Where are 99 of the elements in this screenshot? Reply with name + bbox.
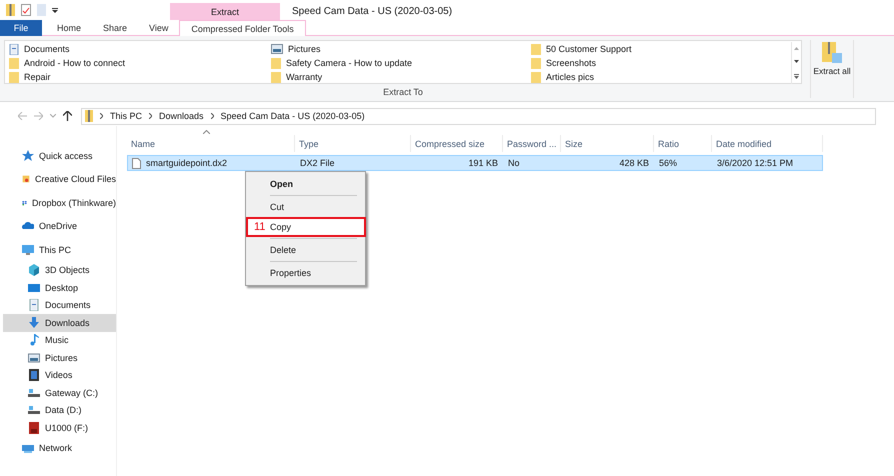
star-icon <box>22 150 34 162</box>
ribbon-tab[interactable]: View <box>138 20 180 36</box>
menu-item[interactable]: Open <box>248 174 363 194</box>
ribbon-tab[interactable]: Compressed Folder Tools <box>179 20 306 37</box>
destination-item[interactable]: 50 Customer Support <box>546 44 632 54</box>
scroll-down-icon[interactable] <box>794 60 799 64</box>
table-cell: 191 KB <box>468 158 498 168</box>
sidebar-item[interactable]: OneDrive <box>3 214 116 238</box>
file-row[interactable]: smartguidepoint.dx2 DX2 File 191 KB No 428 KB 56% 3/6/2020 12:51 PM <box>127 155 823 171</box>
menu-item[interactable]: 11 Copy <box>246 217 366 237</box>
sidebar-item[interactable]: Dropbox (Thinkware) <box>3 191 116 214</box>
film-icon <box>28 369 40 382</box>
zip-folder-icon <box>85 110 93 122</box>
folder-icon <box>531 72 541 82</box>
chevron-right-icon <box>100 113 103 119</box>
sidebar-item[interactable]: Documents <box>3 296 116 314</box>
zip-folder-icon <box>822 42 842 64</box>
window-title: Speed Cam Data - US (2020-03-05) <box>291 5 452 19</box>
column-header[interactable]: Size <box>561 135 654 152</box>
folder-icon <box>531 58 541 68</box>
destination-item[interactable]: Android - How to connect <box>24 58 126 68</box>
sidebar-item[interactable]: This PC <box>3 238 116 262</box>
sidebar-item[interactable]: Creative Cloud Files <box>3 168 116 191</box>
column-header[interactable]: Date modified <box>712 135 823 152</box>
sidebar-item[interactable]: Music <box>3 332 116 349</box>
chevron-right-icon <box>149 113 152 119</box>
destination-item[interactable]: Safety Camera - How to update <box>286 58 412 68</box>
menu-item[interactable]: Delete <box>248 240 363 260</box>
table-cell: smartguidepoint.dx2 <box>146 158 228 168</box>
picture-icon <box>28 352 40 364</box>
menu-item[interactable]: Properties <box>248 263 363 283</box>
table-cell: 428 KB <box>619 158 649 168</box>
destination-item[interactable]: Screenshots <box>546 58 596 68</box>
step-number: 11 <box>254 221 266 233</box>
properties-icon[interactable] <box>21 4 31 16</box>
sidebar-item[interactable]: Network <box>3 436 116 460</box>
table-cell: 56% <box>659 158 678 168</box>
drive-icon <box>28 386 40 399</box>
music-icon <box>28 334 40 346</box>
table-cell: 3/6/2020 12:51 PM <box>717 158 794 168</box>
download-icon <box>28 316 40 329</box>
address-bar[interactable]: This PC Downloads Speed Cam Data - US (2020-03-05) <box>81 108 876 124</box>
document-icon <box>9 44 19 54</box>
destination-item[interactable]: Articles pics <box>546 72 594 82</box>
sidebar-item[interactable]: Downloads <box>3 314 116 332</box>
back-icon[interactable] <box>18 112 27 120</box>
destination-item[interactable]: Pictures <box>288 44 321 54</box>
context-tab-header: Extract <box>170 3 280 20</box>
picture-icon <box>271 44 283 54</box>
destination-item[interactable]: Repair <box>24 72 51 82</box>
folder-icon <box>9 58 19 68</box>
folder-icon <box>271 58 281 68</box>
folder-icon <box>22 173 30 186</box>
destination-item[interactable]: Documents <box>24 44 70 54</box>
dropdown-icon[interactable] <box>52 7 58 13</box>
sidebar-item[interactable]: Videos <box>3 366 116 384</box>
sidebar-item[interactable]: 3D Objects <box>3 262 116 279</box>
drive-icon <box>28 404 40 416</box>
sort-caret-icon <box>203 130 210 134</box>
column-header[interactable]: Name <box>127 135 295 152</box>
file-icon <box>132 158 141 168</box>
table-cell: DX2 File <box>300 158 335 168</box>
breadcrumb[interactable]: Downloads <box>159 111 204 121</box>
desktop-icon <box>28 282 40 294</box>
folder-icon <box>9 72 19 82</box>
ribbon-tab[interactable]: Home <box>46 20 92 36</box>
column-header[interactable]: Compressed size <box>411 135 503 152</box>
extract-all-button[interactable]: Extract all <box>810 40 854 98</box>
column-header[interactable]: Ratio <box>654 135 712 152</box>
column-header[interactable]: Type <box>295 135 411 152</box>
chevron-right-icon <box>210 113 214 119</box>
ribbon-tab[interactable]: Share <box>92 20 138 36</box>
cube-icon <box>28 264 40 276</box>
file-tab[interactable]: File <box>0 20 42 36</box>
column-header[interactable]: Password ... <box>503 135 561 152</box>
menu-item[interactable]: Cut <box>248 197 363 217</box>
up-arrow-icon[interactable] <box>63 111 72 121</box>
folder-icon <box>531 44 541 54</box>
sidebar-item[interactable]: Pictures <box>3 349 116 366</box>
sidebar-item[interactable]: U1000 (F:) <box>3 419 116 436</box>
sidebar-item[interactable]: Desktop <box>3 279 116 296</box>
destination-item[interactable]: Warranty <box>286 72 322 82</box>
table-cell: No <box>508 158 520 168</box>
group-label: Extract To <box>382 86 424 99</box>
computer-icon <box>22 244 34 256</box>
scroll-up-icon[interactable] <box>794 47 799 50</box>
forward-icon[interactable] <box>34 112 43 120</box>
sidebar-item[interactable]: Gateway (C:) <box>3 384 116 402</box>
sidebar-item[interactable]: Data (D:) <box>3 402 116 419</box>
folder-icon <box>271 72 281 82</box>
network-icon <box>22 442 34 454</box>
document-icon <box>28 299 40 312</box>
more-icon[interactable] <box>794 74 799 79</box>
sd-card-icon <box>28 422 40 434</box>
breadcrumb[interactable]: This PC <box>110 111 142 121</box>
sidebar-item[interactable]: Quick access <box>3 144 116 168</box>
zip-folder-icon[interactable] <box>6 4 15 16</box>
chevron-down-icon[interactable] <box>50 114 56 118</box>
breadcrumb[interactable]: Speed Cam Data - US (2020-03-05) <box>220 111 365 121</box>
